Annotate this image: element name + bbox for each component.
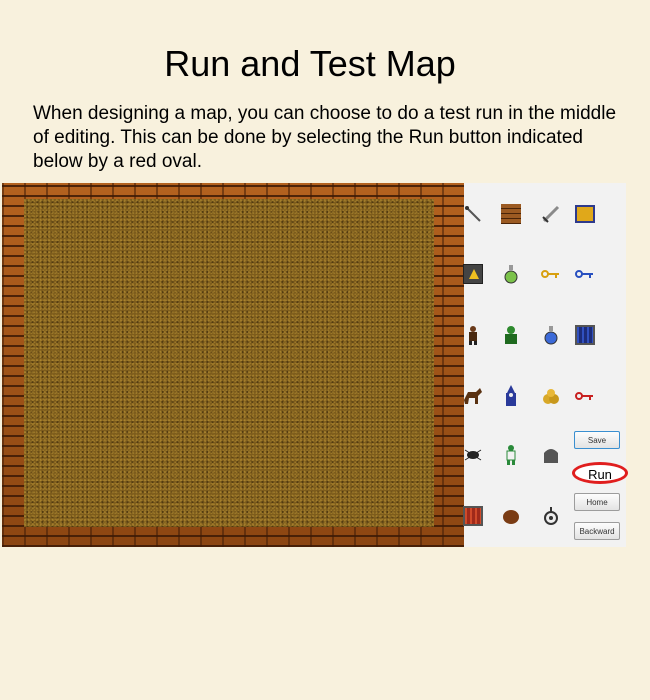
run-button[interactable]: Run xyxy=(572,462,628,484)
brick-wall-icon[interactable] xyxy=(500,203,522,225)
page-description: When designing a map, you can choose to … xyxy=(33,103,617,172)
home-button[interactable]: Home xyxy=(574,493,620,511)
bomb-icon[interactable] xyxy=(540,505,562,527)
up-stairs-icon[interactable] xyxy=(462,263,484,285)
blue-door-icon[interactable] xyxy=(574,324,596,346)
hero-icon[interactable] xyxy=(462,324,484,346)
red-door-icon[interactable] xyxy=(462,505,484,527)
gold-key-icon[interactable] xyxy=(540,263,562,285)
blue-potion-icon[interactable] xyxy=(540,324,562,346)
page-title: Run and Test Map xyxy=(164,43,456,84)
map-editor-screenshot: Save Run Home Backward xyxy=(2,183,628,547)
arrow-icon[interactable] xyxy=(462,203,484,225)
green-goblin-icon[interactable] xyxy=(500,324,522,346)
sword-icon[interactable] xyxy=(540,203,562,225)
map-canvas[interactable] xyxy=(2,183,464,547)
tile-palette: Save Run Home Backward xyxy=(462,183,628,547)
blue-key-icon[interactable] xyxy=(574,263,596,285)
gold-pile-icon[interactable] xyxy=(540,385,562,407)
treasure-chest-icon[interactable] xyxy=(574,203,596,225)
wizard-icon[interactable] xyxy=(500,385,522,407)
green-potion-icon[interactable] xyxy=(500,263,522,285)
map-floor[interactable] xyxy=(24,199,434,527)
red-key-icon[interactable] xyxy=(574,385,596,407)
horse-icon[interactable] xyxy=(462,385,484,407)
save-button[interactable]: Save xyxy=(574,431,620,449)
backward-button[interactable]: Backward xyxy=(574,522,620,540)
boulder-icon[interactable] xyxy=(500,505,522,527)
spider-icon[interactable] xyxy=(462,444,484,466)
tombstone-icon[interactable] xyxy=(540,444,562,466)
elf-icon[interactable] xyxy=(500,444,522,466)
